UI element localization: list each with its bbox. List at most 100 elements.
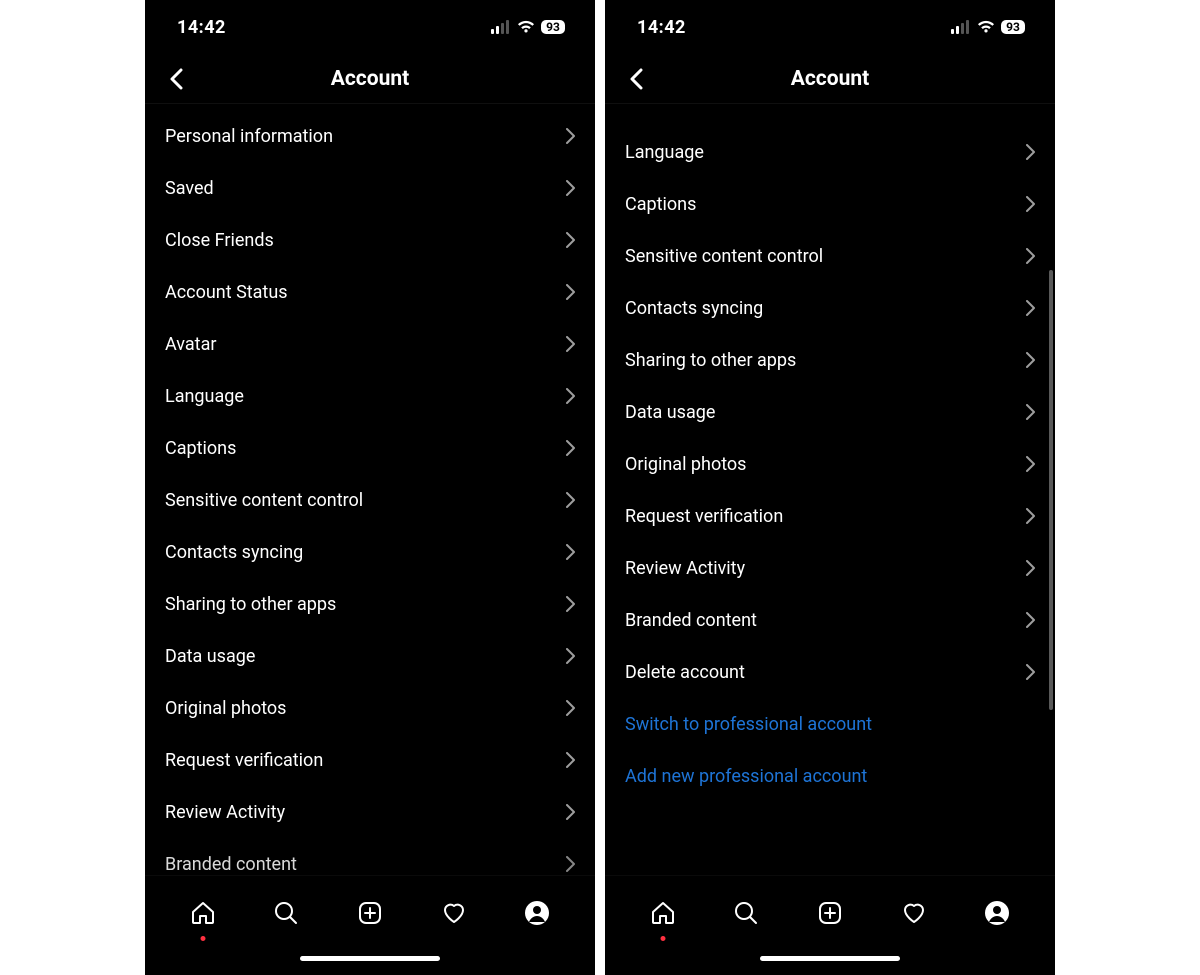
- row-label: Close Friends: [165, 230, 274, 251]
- row-original-photos[interactable]: Original photos: [145, 682, 595, 734]
- wifi-icon: [517, 20, 535, 34]
- row-captions[interactable]: Captions: [605, 178, 1055, 230]
- status-bar: 14:42 93: [145, 0, 595, 54]
- row-captions[interactable]: Captions: [145, 422, 595, 474]
- chevron-right-icon: [566, 388, 575, 404]
- row-avatar[interactable]: Avatar: [145, 318, 595, 370]
- row-sensitive-content-control[interactable]: Sensitive content control: [145, 474, 595, 526]
- row-language[interactable]: Language: [605, 126, 1055, 178]
- chevron-left-icon: [169, 68, 183, 90]
- status-time: 14:42: [177, 17, 226, 38]
- tab-profile[interactable]: [515, 891, 559, 935]
- battery-level: 93: [1001, 20, 1025, 34]
- row-label: Sharing to other apps: [165, 594, 336, 615]
- tab-profile[interactable]: [975, 891, 1019, 935]
- heart-icon: [901, 900, 927, 926]
- chevron-left-icon: [629, 68, 643, 90]
- row-label: Sharing to other apps: [625, 350, 796, 371]
- profile-icon: [984, 900, 1010, 926]
- link-switch-professional[interactable]: Switch to professional account: [605, 698, 1055, 750]
- row-contacts-syncing[interactable]: Contacts syncing: [145, 526, 595, 578]
- home-indicator-area: [145, 941, 595, 975]
- status-bar: 14:42 93: [605, 0, 1055, 54]
- row-label: Review Activity: [625, 558, 745, 579]
- status-icons: 93: [491, 20, 565, 34]
- tab-activity[interactable]: [892, 891, 936, 935]
- row-label: Request verification: [625, 506, 783, 527]
- home-indicator[interactable]: [300, 956, 440, 961]
- chevron-right-icon: [1026, 664, 1035, 680]
- row-label: Personal information: [165, 126, 333, 147]
- search-icon: [273, 900, 299, 926]
- home-icon: [190, 900, 216, 926]
- plus-square-icon: [357, 900, 383, 926]
- settings-list-right[interactable]: Language Captions Sensitive content cont…: [605, 104, 1055, 875]
- row-sharing-to-other-apps[interactable]: Sharing to other apps: [145, 578, 595, 630]
- row-branded-content[interactable]: Branded content: [605, 594, 1055, 646]
- row-label: Sensitive content control: [165, 490, 363, 511]
- plus-square-icon: [817, 900, 843, 926]
- tab-search[interactable]: [724, 891, 768, 935]
- chevron-right-icon: [566, 440, 575, 456]
- row-label: Data usage: [165, 646, 255, 667]
- chevron-right-icon: [566, 544, 575, 560]
- tab-create[interactable]: [808, 891, 852, 935]
- row-close-friends[interactable]: Close Friends: [145, 214, 595, 266]
- row-label: Contacts syncing: [165, 542, 303, 563]
- page-title: Account: [605, 67, 1055, 91]
- battery-level: 93: [541, 20, 565, 34]
- row-label: Sensitive content control: [625, 246, 823, 267]
- row-request-verification[interactable]: Request verification: [145, 734, 595, 786]
- back-button[interactable]: [159, 62, 193, 96]
- home-indicator-area: [605, 941, 1055, 975]
- settings-list-left[interactable]: Personal information Saved Close Friends…: [145, 104, 595, 875]
- tab-search[interactable]: [264, 891, 308, 935]
- row-review-activity[interactable]: Review Activity: [145, 786, 595, 838]
- chevron-right-icon: [566, 336, 575, 352]
- chevron-right-icon: [566, 492, 575, 508]
- row-label: Branded content: [165, 854, 297, 875]
- phone-left: 14:42 93 Account Personal information Sa…: [145, 0, 595, 975]
- tab-create[interactable]: [348, 891, 392, 935]
- status-icons: 93: [951, 20, 1025, 34]
- home-indicator[interactable]: [760, 956, 900, 961]
- row-data-usage[interactable]: Data usage: [145, 630, 595, 682]
- row-data-usage[interactable]: Data usage: [605, 386, 1055, 438]
- chevron-right-icon: [1026, 508, 1035, 524]
- row-sharing-to-other-apps[interactable]: Sharing to other apps: [605, 334, 1055, 386]
- page-title: Account: [145, 67, 595, 91]
- tab-activity[interactable]: [432, 891, 476, 935]
- row-label: Data usage: [625, 402, 715, 423]
- row-saved[interactable]: Saved: [145, 162, 595, 214]
- chevron-right-icon: [1026, 144, 1035, 160]
- chevron-right-icon: [1026, 300, 1035, 316]
- row-sensitive-content-control[interactable]: Sensitive content control: [605, 230, 1055, 282]
- scroll-indicator[interactable]: [1049, 270, 1053, 710]
- row-label: Review Activity: [165, 802, 285, 823]
- row-language[interactable]: Language: [145, 370, 595, 422]
- cellular-signal-icon: [951, 20, 971, 34]
- row-original-photos[interactable]: Original photos: [605, 438, 1055, 490]
- link-add-professional[interactable]: Add new professional account: [605, 750, 1055, 802]
- row-branded-content[interactable]: Branded content: [145, 838, 595, 875]
- row-label: Branded content: [625, 610, 757, 631]
- chevron-right-icon: [566, 856, 575, 872]
- search-icon: [733, 900, 759, 926]
- chevron-right-icon: [566, 128, 575, 144]
- row-request-verification[interactable]: Request verification: [605, 490, 1055, 542]
- chevron-right-icon: [1026, 612, 1035, 628]
- chevron-right-icon: [566, 180, 575, 196]
- row-personal-information[interactable]: Personal information: [145, 110, 595, 162]
- tab-home[interactable]: [181, 891, 225, 935]
- tab-home[interactable]: [641, 891, 685, 935]
- row-review-activity[interactable]: Review Activity: [605, 542, 1055, 594]
- row-account-status[interactable]: Account Status: [145, 266, 595, 318]
- row-label: Request verification: [165, 750, 323, 771]
- back-button[interactable]: [619, 62, 653, 96]
- row-contacts-syncing[interactable]: Contacts syncing: [605, 282, 1055, 334]
- chevron-right-icon: [566, 804, 575, 820]
- chevron-right-icon: [566, 596, 575, 612]
- status-time: 14:42: [637, 17, 686, 38]
- row-label: Avatar: [165, 334, 216, 355]
- row-delete-account[interactable]: Delete account: [605, 646, 1055, 698]
